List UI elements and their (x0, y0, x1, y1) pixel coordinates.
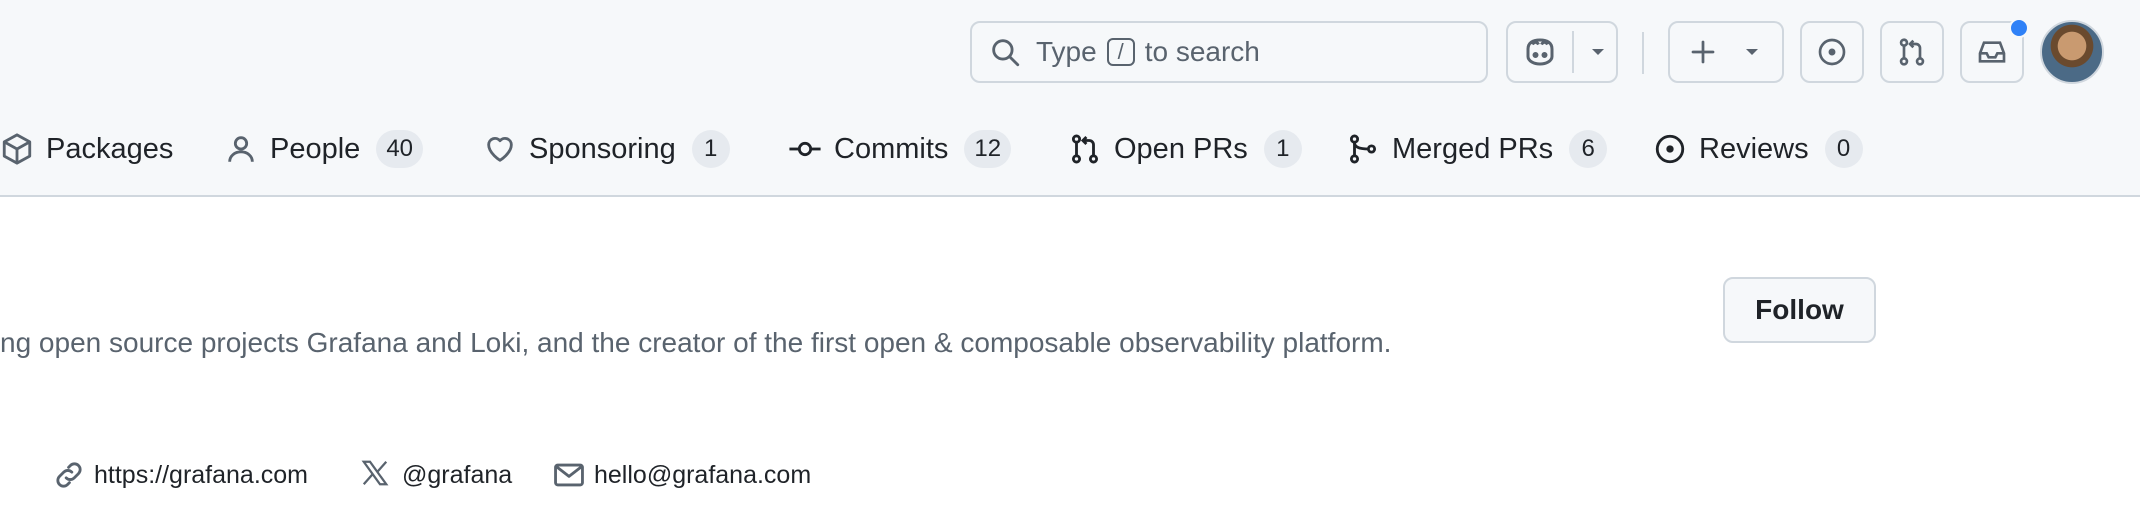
inbox-icon (1976, 36, 2008, 68)
nav-count: 40 (376, 130, 424, 168)
pull-requests-button[interactable] (1880, 21, 1944, 83)
search-placeholder-prefix: Type (1036, 36, 1097, 67)
nav-item-merged-prs[interactable]: Merged PRs 6 (1346, 120, 1608, 178)
header-divider (1642, 32, 1644, 74)
git-merge-icon (1346, 132, 1380, 166)
copilot-icon[interactable] (1522, 34, 1558, 70)
nav-count: 1 (1263, 130, 1302, 168)
nav-label: Merged PRs (1392, 132, 1554, 165)
notification-indicator (2009, 18, 2029, 38)
issues-button[interactable] (1800, 21, 1864, 83)
search-input[interactable]: Type / to search (970, 21, 1488, 83)
website-url: https://grafana.com (94, 460, 309, 489)
nav-label: Sponsoring (529, 132, 676, 165)
location-icon-partial (0, 455, 4, 495)
plus-icon (1688, 37, 1718, 67)
follow-button[interactable]: Follow (1723, 277, 1876, 343)
nav-item-people[interactable]: People 40 (224, 120, 424, 178)
copilot-button-group (1506, 21, 1618, 83)
nav-label: Packages (46, 132, 174, 165)
nav-count: 0 (1824, 130, 1863, 168)
x-logo-icon (360, 458, 394, 492)
website-link[interactable]: https://grafana.com (52, 455, 308, 495)
copilot-split-divider (1572, 31, 1574, 73)
link-icon (52, 458, 86, 492)
nav-count: 1 (691, 130, 730, 168)
email-address: hello@grafana.com (594, 460, 812, 489)
email-link[interactable]: hello@grafana.com (552, 455, 811, 495)
issue-opened-icon (1816, 36, 1848, 68)
copilot-dropdown-icon[interactable] (1588, 42, 1608, 62)
avatar[interactable] (2040, 20, 2104, 84)
nav-label: People (270, 132, 361, 165)
nav-count: 6 (1569, 130, 1608, 168)
search-placeholder-suffix: to search (1144, 36, 1260, 67)
x-social-link[interactable]: @grafana (360, 455, 512, 495)
search-shortcut-key: / (1106, 38, 1135, 66)
nav-item-packages[interactable]: Packages (0, 120, 173, 178)
x-handle: @grafana (402, 460, 513, 489)
git-pull-request-icon (1068, 132, 1102, 166)
issue-opened-icon (1653, 132, 1687, 166)
create-new-button[interactable] (1668, 21, 1784, 83)
search-icon (988, 35, 1022, 69)
mail-icon (552, 458, 586, 492)
nav-item-commits[interactable]: Commits 12 (788, 120, 1012, 178)
nav-count: 12 (964, 130, 1012, 168)
package-icon (0, 132, 34, 166)
nav-label: Open PRs (1114, 132, 1248, 165)
git-pull-request-icon (1896, 36, 1928, 68)
nav-item-open-prs[interactable]: Open PRs 1 (1068, 120, 1302, 178)
nav-item-reviews[interactable]: Reviews 0 (1653, 120, 1863, 178)
top-header: Type / to search Packages People 40 Spon… (0, 0, 2140, 197)
profile-bio: ng open source projects Grafana and Loki… (0, 327, 1392, 358)
git-commit-icon (788, 132, 822, 166)
heart-icon (483, 132, 517, 166)
chevron-down-icon (1742, 42, 1762, 62)
nav-label: Reviews (1699, 132, 1809, 165)
nav-item-sponsoring[interactable]: Sponsoring 1 (483, 120, 730, 178)
person-icon (224, 132, 258, 166)
nav-label: Commits (834, 132, 949, 165)
